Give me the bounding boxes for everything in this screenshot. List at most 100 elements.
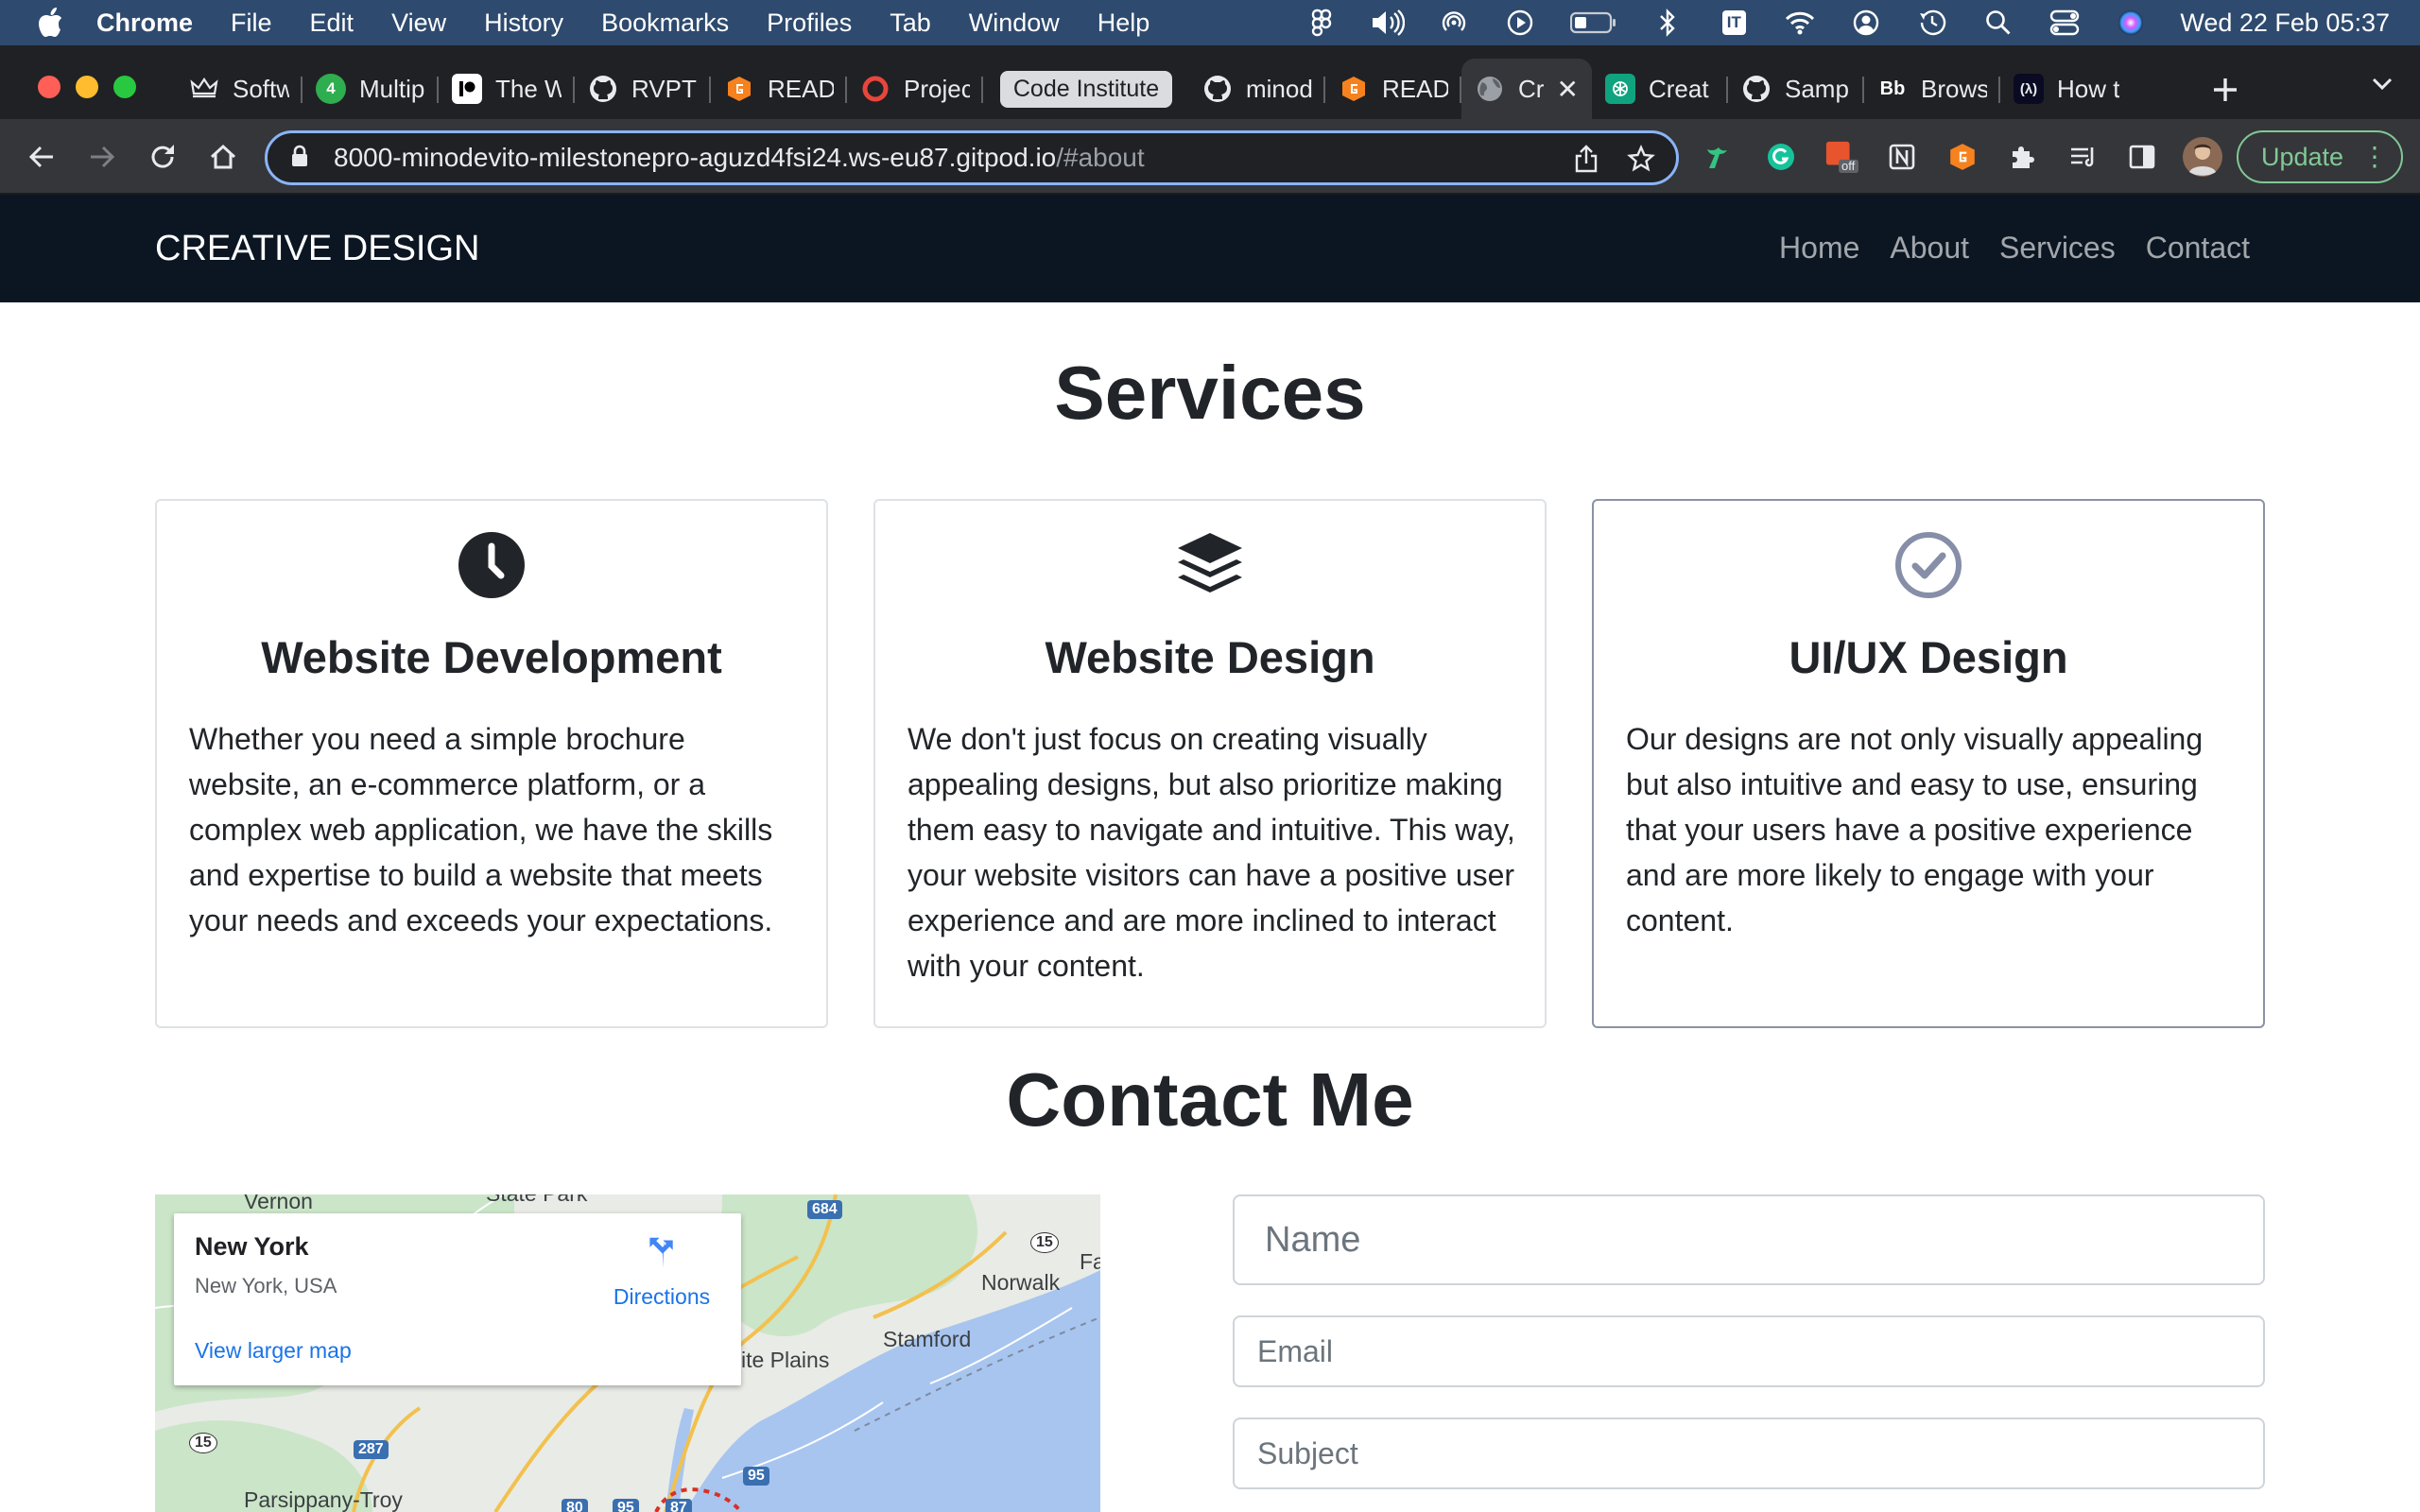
apple-menu-icon[interactable] [25,0,76,45]
tab-group-code-institute[interactable]: Code Institute [983,65,1189,112]
close-window-button[interactable] [38,76,60,98]
directions-button[interactable]: Directions [605,1236,718,1310]
menu-view[interactable]: View [372,0,465,45]
bookmark-star-icon[interactable] [1627,145,1655,178]
map-place-card: New York New York, USA View larger map D… [174,1213,741,1385]
tab-samp[interactable]: Samp [1728,65,1864,112]
github-icon [1741,74,1772,104]
tab-how-t[interactable]: (λ) How t [2000,65,2136,112]
user-icon[interactable] [1849,6,1883,40]
name-input[interactable] [1235,1196,2263,1283]
control-center-icon[interactable] [2048,6,2082,40]
embedded-google-map[interactable]: Vernon State Park Norwalk Stamford ite P… [155,1194,1100,1512]
notion-icon[interactable] [1885,140,1919,174]
openai-icon [1605,74,1635,104]
g-orange-icon [1339,74,1369,104]
tab-title: The W [495,74,562,103]
tab-minod[interactable]: minod [1189,65,1325,112]
address-bar[interactable]: 8000-minodevito-milestonepro-aguzd4fsi24… [265,130,1679,185]
tab-title: Cr [1518,74,1544,103]
forward-icon[interactable] [83,138,121,176]
tab-title: Samp [1785,74,1849,103]
tab-search-chevron-icon[interactable] [2371,76,2394,95]
tab-read-2[interactable]: READ [1325,65,1461,112]
menu-profiles[interactable]: Profiles [748,0,871,45]
menu-tab[interactable]: Tab [871,0,950,45]
zoom-window-button[interactable] [113,76,136,98]
tab-softw[interactable]: Softw [176,65,302,112]
layers-icon [875,531,1545,599]
profile-avatar[interactable] [2182,136,2223,178]
menu-clock[interactable]: Wed 22 Feb 05:37 [2180,9,2390,38]
menu-help[interactable]: Help [1079,0,1169,45]
it-icon-label: IT [1721,10,1746,35]
nav-link-about[interactable]: About [1890,231,1969,266]
time-machine-icon[interactable] [1915,6,1949,40]
globe-icon [1475,74,1505,104]
tab-title: Multip [359,74,425,103]
service-card-design: Website Design We don't just focus on cr… [873,499,1547,1028]
it-icon[interactable]: IT [1717,6,1751,40]
share-icon[interactable] [1574,145,1599,178]
wifi-icon[interactable] [1783,6,1817,40]
tab-active-cr[interactable]: Cr ✕ [1461,59,1592,119]
update-button[interactable]: Update ⋮ [2237,130,2403,183]
side-panel-icon[interactable] [2125,140,2159,174]
tab-multip[interactable]: 4 Multip [302,65,439,112]
site-navbar: CREATIVE DESIGN Home About Services Cont… [0,195,2420,302]
nav-link-services[interactable]: Services [1999,231,2116,266]
directions-label: Directions [613,1284,711,1309]
tab-the-w[interactable]: The W [439,65,575,112]
email-input[interactable] [1235,1317,2263,1385]
battery-icon[interactable] [1569,6,1618,40]
extension-off-icon[interactable]: off [1824,140,1858,174]
siri-icon[interactable] [2114,6,2148,40]
minimize-window-button[interactable] [76,76,98,98]
route-shield: 87 [666,1499,692,1512]
tab-rvpt[interactable]: RVPT [575,65,711,112]
nav-link-home[interactable]: Home [1779,231,1859,266]
figma-icon[interactable] [1305,6,1339,40]
github-icon [1202,74,1233,104]
extensions-puzzle-icon[interactable] [2006,140,2040,174]
chrome-menu-icon[interactable]: ⋮ [2361,144,2388,170]
view-larger-map-link[interactable]: View larger map [195,1338,352,1364]
name-field[interactable] [1233,1194,2265,1285]
menu-chrome[interactable]: Chrome [76,0,212,45]
subject-field[interactable] [1233,1418,2265,1489]
tab-creat[interactable]: Creat [1592,65,1728,112]
menu-file[interactable]: File [212,0,291,45]
volume-icon[interactable] [1371,6,1406,40]
airdrop-icon[interactable] [1437,6,1471,40]
tab-title: How t [2057,74,2120,103]
tab-brows[interactable]: Bb Brows [1864,65,2000,112]
back-icon[interactable] [23,138,60,176]
tab-title: RVPT [631,74,697,103]
email-field[interactable] [1233,1315,2265,1387]
home-icon[interactable] [204,138,242,176]
extension-bird-icon[interactable] [1702,140,1736,174]
nav-link-contact[interactable]: Contact [2146,231,2250,266]
menu-window[interactable]: Window [950,0,1079,45]
tab-read-1[interactable]: READ [711,65,847,112]
extension-g-orange-icon[interactable] [1945,140,1979,174]
service-description: Whether you need a simple brochure websi… [189,722,773,937]
bluetooth-icon[interactable] [1651,6,1685,40]
reload-icon[interactable] [144,138,182,176]
subject-input[interactable] [1235,1419,2263,1487]
site-brand[interactable]: CREATIVE DESIGN [155,229,479,269]
menu-bookmarks[interactable]: Bookmarks [582,0,748,45]
tab-projec[interactable]: Projec [847,65,983,112]
grammarly-icon[interactable] [1764,140,1798,174]
lock-icon[interactable] [290,144,313,172]
menu-edit[interactable]: Edit [291,0,373,45]
close-tab-icon[interactable]: ✕ [1557,74,1579,105]
site-nav-links: Home About Services Contact [1779,231,2250,266]
route-shield: 15 [189,1433,217,1453]
new-tab-button[interactable] [2210,74,2240,112]
route-shield: 95 [743,1467,769,1486]
menu-history[interactable]: History [465,0,582,45]
play-icon[interactable] [1503,6,1537,40]
reading-list-icon[interactable] [2066,140,2100,174]
spotlight-icon[interactable] [1981,6,2015,40]
